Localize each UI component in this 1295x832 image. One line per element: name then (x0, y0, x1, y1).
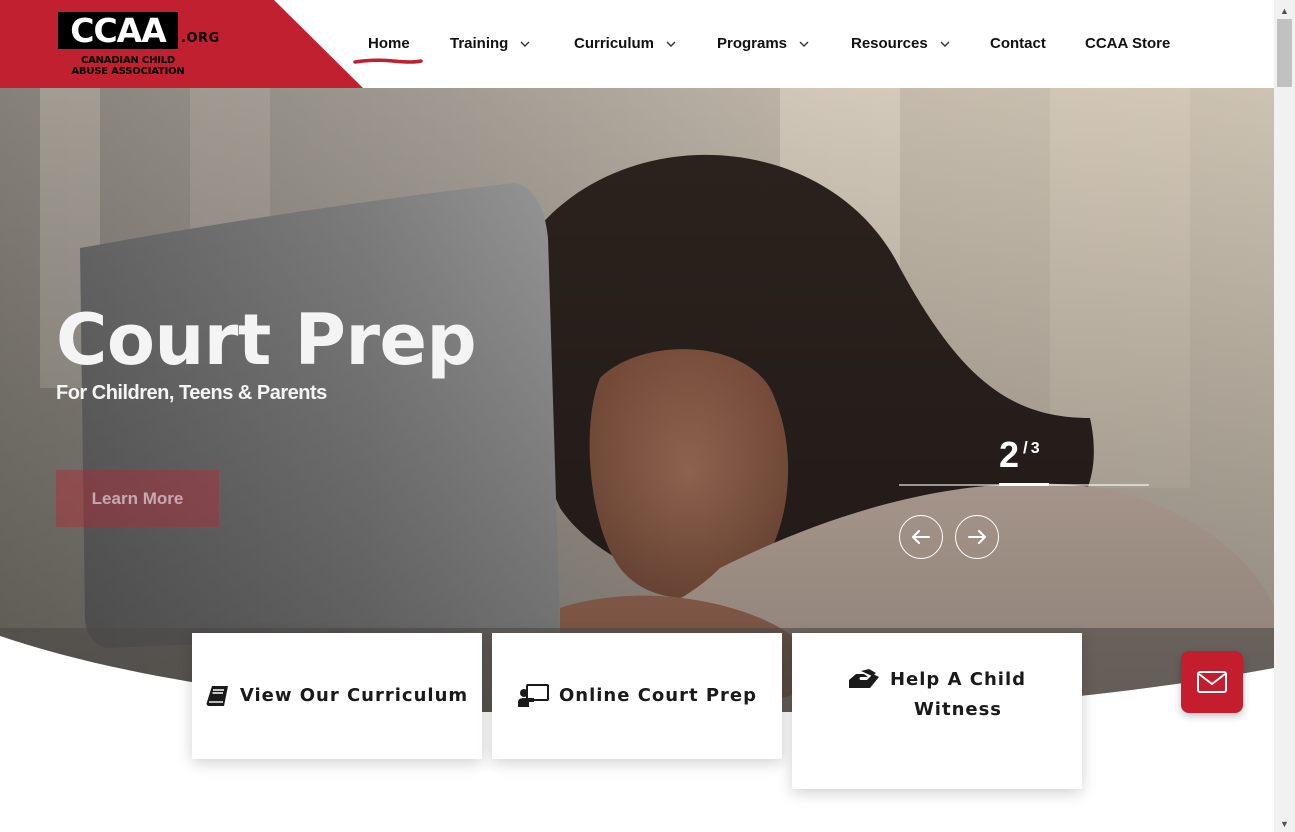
chevron-down-icon (520, 41, 530, 47)
logo-subtitle-line2: ABUSE ASSOCIATION (71, 66, 185, 77)
learn-more-button[interactable]: Learn More (56, 470, 219, 527)
book-icon (206, 686, 228, 706)
nav-item-label: CCAA Store (1085, 35, 1171, 52)
card-label: Online Court Prep (558, 685, 758, 706)
arrow-left-icon (912, 530, 930, 544)
hero-slider: Court Prep For Children, Teens & Parents… (0, 88, 1274, 712)
chevron-down-icon (940, 41, 950, 47)
scroll-up-arrow-icon[interactable]: ▲ (1274, 2, 1295, 19)
card-online-court-prep[interactable]: Online Court Prep (492, 633, 782, 759)
arrow-right-icon (968, 530, 986, 544)
active-nav-underline (353, 58, 423, 64)
vertical-scrollbar[interactable]: ▲ ▼ (1274, 0, 1295, 832)
card-label: View Our Curriculum (239, 685, 469, 706)
chevron-down-icon (666, 41, 676, 47)
next-slide-button[interactable] (955, 515, 999, 559)
slide-counter: 2/3 (999, 434, 1040, 476)
hero-subtitle: For Children, Teens & Parents (56, 382, 327, 404)
card-label: Help A Child Witness (890, 665, 1026, 725)
logo-subtitle: CANADIAN CHILD ABUSE ASSOCIATION (58, 55, 198, 77)
nav-item-label: Curriculum (574, 35, 655, 52)
chevron-down-icon (799, 41, 809, 47)
prev-slide-button[interactable] (899, 515, 943, 559)
scroll-down-arrow-icon[interactable]: ▼ (1274, 815, 1295, 832)
nav-item-label: Contact (990, 35, 1046, 52)
scrollbar-thumb[interactable] (1277, 19, 1292, 87)
card-view-curriculum[interactable]: View Our Curriculum (192, 633, 482, 759)
nav-item-label: Home (368, 35, 410, 52)
nav-item-curriculum[interactable]: Curriculum (574, 35, 676, 52)
card-content: Help A Child Witness (848, 665, 1026, 725)
hero-title: Court Prep (56, 299, 477, 381)
contact-mail-button[interactable] (1181, 651, 1243, 713)
slide-progress-track (899, 483, 1149, 486)
hands-helping-icon (848, 669, 879, 688)
slide-progress-fill (999, 483, 1049, 486)
nav-item-resources[interactable]: Resources (851, 35, 950, 52)
logo-suffix: .ORG (181, 31, 220, 46)
nav-item-label: Resources (851, 35, 928, 52)
nav-item-ccaa-store[interactable]: CCAA Store (1085, 35, 1170, 52)
nav-item-label: Programs (717, 35, 788, 52)
logo-subtitle-line1: CANADIAN CHILD (80, 55, 176, 66)
slide-total: 3 (1030, 440, 1040, 457)
slide-current: 2 (999, 434, 1020, 475)
site-header: CCAA .ORG CANADIAN CHILD ABUSE ASSOCIATI… (0, 0, 1274, 88)
nav-item-label: Training (450, 35, 509, 52)
card-help-child-witness[interactable]: Help A Child Witness (792, 633, 1082, 789)
nav-item-training[interactable]: Training (450, 35, 530, 52)
nav-item-home[interactable]: Home (368, 35, 410, 52)
teacher-screen-icon (517, 684, 549, 707)
card-label-line2: Witness (913, 699, 1003, 720)
nav-item-contact[interactable]: Contact (990, 35, 1046, 52)
card-label-line1: Help A Child (889, 669, 1027, 690)
logo-wordmark: CCAA (58, 12, 178, 50)
slide-separator: / (1023, 438, 1028, 457)
nav-item-programs[interactable]: Programs (717, 35, 809, 52)
envelope-icon (1197, 671, 1227, 693)
